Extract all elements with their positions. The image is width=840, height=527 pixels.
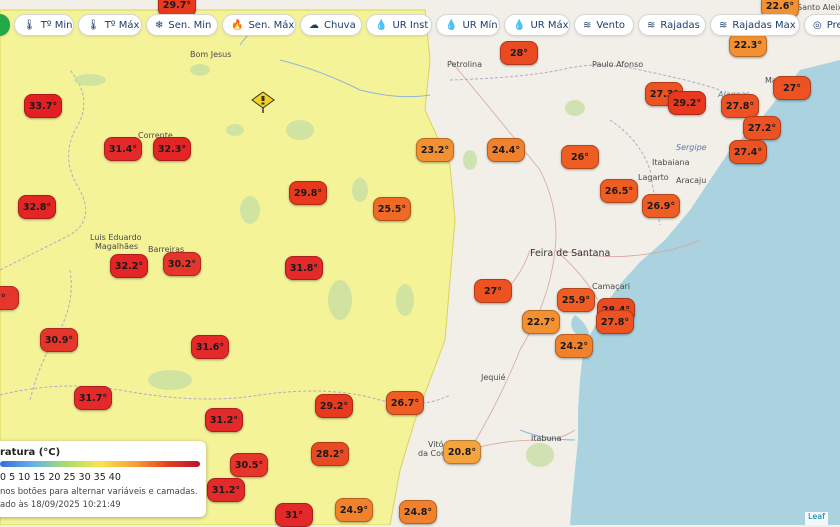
- temperature-marker[interactable]: 31.2°: [207, 478, 245, 502]
- place-label: Lagarto: [638, 173, 669, 182]
- toolbar-button-label: UR Máx: [530, 19, 569, 31]
- droplet-icon: 💧: [445, 19, 458, 31]
- wind-button[interactable]: ≋ Vento: [574, 14, 634, 36]
- temperature-marker[interactable]: 28.2°: [311, 442, 349, 466]
- toolbar-button-label: Pre: [826, 19, 840, 31]
- temperature-marker[interactable]: 32.2°: [110, 254, 148, 278]
- place-label: Camaçari: [592, 282, 630, 291]
- temperature-marker[interactable]: 25.9°: [557, 288, 595, 312]
- place-label: Aracaju: [676, 176, 707, 185]
- temperature-marker[interactable]: 32.3°: [153, 137, 191, 161]
- temperature-marker[interactable]: 31°: [275, 503, 313, 527]
- temperature-marker[interactable]: 31.7°: [74, 386, 112, 410]
- rh-min-button[interactable]: 💧 UR Mín: [436, 14, 500, 36]
- temperature-marker[interactable]: 25.5°: [373, 197, 411, 221]
- gusts-max-button[interactable]: ≋ Rajadas Max: [710, 14, 800, 36]
- temperature-marker[interactable]: 7°: [0, 286, 19, 310]
- gauge-icon: ◎: [813, 19, 822, 31]
- temperature-marker[interactable]: 31.4°: [104, 137, 142, 161]
- place-label: Petrolina: [447, 60, 483, 69]
- place-label: Vitó: [428, 440, 444, 449]
- place-label: Jequié: [481, 373, 506, 382]
- place-label: Feira de Santana: [530, 248, 611, 259]
- legend-color-bar: [0, 461, 200, 467]
- temperature-marker[interactable]: 26°: [561, 145, 599, 169]
- temperature-marker[interactable]: 29.2°: [315, 394, 353, 418]
- rh-inst-button[interactable]: 💧 UR Inst: [366, 14, 432, 36]
- temperature-marker[interactable]: 24.9°: [335, 498, 373, 522]
- temperature-marker[interactable]: 32.8°: [18, 195, 56, 219]
- temperature-marker[interactable]: 27.4°: [729, 140, 767, 164]
- variable-toolbar: 🌡 Tº Min 🌡 Tº Máx ❄ Sen. Min 🔥 Sen. Máx ☁ Chuva 💧 U…: [0, 10, 840, 40]
- temperature-marker[interactable]: 27.8°: [596, 310, 634, 334]
- temperature-marker[interactable]: 29.2°: [668, 91, 706, 115]
- temperature-marker[interactable]: 30.5°: [230, 453, 268, 477]
- toolbar-button-label: Chuva: [324, 19, 356, 31]
- temperature-marker[interactable]: 24.4°: [487, 138, 525, 162]
- place-label: Paulo Afonso: [592, 60, 644, 69]
- toolbar-button-label: Sen. Min: [168, 19, 212, 31]
- temperature-marker[interactable]: 27°: [773, 76, 811, 100]
- temperature-marker[interactable]: 29.8°: [289, 181, 327, 205]
- gusts-button[interactable]: ≋ Rajadas: [638, 14, 706, 36]
- temperature-marker[interactable]: 22.7°: [522, 310, 560, 334]
- temp-min-button[interactable]: 🌡 Tº Min: [14, 14, 74, 36]
- pressure-button[interactable]: ◎ Pre: [804, 14, 840, 36]
- legend-title: ratura (°C): [0, 447, 61, 458]
- place-label: Itabuna: [531, 434, 562, 443]
- rain-button[interactable]: ☁ Chuva: [300, 14, 362, 36]
- toolbar-button-label: Vento: [596, 19, 625, 31]
- toolbar-button-label: Tº Máx: [104, 19, 140, 31]
- thermometer-icon: 🌡: [23, 19, 36, 31]
- temperature-marker[interactable]: 26.9°: [642, 194, 680, 218]
- temperature-marker[interactable]: 23.2°: [416, 138, 454, 162]
- droplet-icon: 💧: [513, 19, 526, 31]
- wind-icon: ≋: [647, 19, 656, 31]
- temperature-marker[interactable]: 26.7°: [386, 391, 424, 415]
- temperature-marker[interactable]: 20.8°: [443, 440, 481, 464]
- toolbar-button-label: Tº Min: [40, 19, 73, 31]
- toolbar-button-label: UR Mín: [462, 19, 498, 31]
- temperature-marker[interactable]: 24.2°: [555, 334, 593, 358]
- temperature-marker[interactable]: 31.6°: [191, 335, 229, 359]
- fire-icon: 🔥: [231, 19, 244, 31]
- temperature-marker[interactable]: 27.8°: [721, 94, 759, 118]
- legend-hint: nos botões para alternar variáveis e cam…: [0, 487, 198, 497]
- temperature-marker[interactable]: 26.5°: [600, 179, 638, 203]
- place-label: Luis Eduardo: [90, 233, 142, 242]
- temperature-marker[interactable]: 30.9°: [40, 328, 78, 352]
- temperature-marker[interactable]: 31.8°: [285, 256, 323, 280]
- wind-icon: ≋: [719, 19, 728, 31]
- toolbar-button-label: Rajadas: [660, 19, 700, 31]
- place-label: Itabaiana: [652, 158, 690, 167]
- place-label: Magalhães: [95, 242, 139, 251]
- legend-scale: 0 5 10 15 20 25 30 35 40: [0, 472, 121, 483]
- rh-max-button[interactable]: 💧 UR Máx: [504, 14, 570, 36]
- temperature-marker[interactable]: 30.2°: [163, 252, 201, 276]
- map-attribution[interactable]: Leaf: [805, 512, 828, 525]
- thermometer-icon: 🌡: [87, 19, 100, 31]
- snowflake-icon: ❄: [155, 19, 164, 31]
- temperature-marker[interactable]: 27°: [474, 279, 512, 303]
- temperature-marker[interactable]: 33.7°: [24, 94, 62, 118]
- place-label: Sergipe: [676, 143, 707, 152]
- feels-min-button[interactable]: ❄ Sen. Min: [146, 14, 218, 36]
- toolbar-button-label: Sen. Máx: [248, 19, 295, 31]
- temperature-marker[interactable]: 28°: [500, 41, 538, 65]
- place-label: Bom Jesus: [190, 50, 232, 59]
- temp-max-button[interactable]: 🌡 Tº Máx: [78, 14, 142, 36]
- rain-cloud-icon: ☁: [309, 19, 319, 31]
- legend-updated: ado às 18/09/2025 10:21:49: [0, 500, 121, 510]
- temperature-marker[interactable]: 24.8°: [399, 500, 437, 524]
- toolbar-button-label: UR Inst: [392, 19, 429, 31]
- toolbar-button-label: Rajadas Max: [732, 19, 796, 31]
- feels-max-button[interactable]: 🔥 Sen. Máx: [222, 14, 296, 36]
- wind-icon: ≋: [583, 19, 592, 31]
- droplet-icon: 💧: [375, 19, 388, 31]
- temperature-marker[interactable]: 31.2°: [205, 408, 243, 432]
- temperature-legend: ratura (°C) 0 5 10 15 20 25 30 35 40 nos…: [0, 441, 206, 517]
- temperature-marker[interactable]: 27.2°: [743, 116, 781, 140]
- active-layer-indicator[interactable]: [0, 14, 10, 36]
